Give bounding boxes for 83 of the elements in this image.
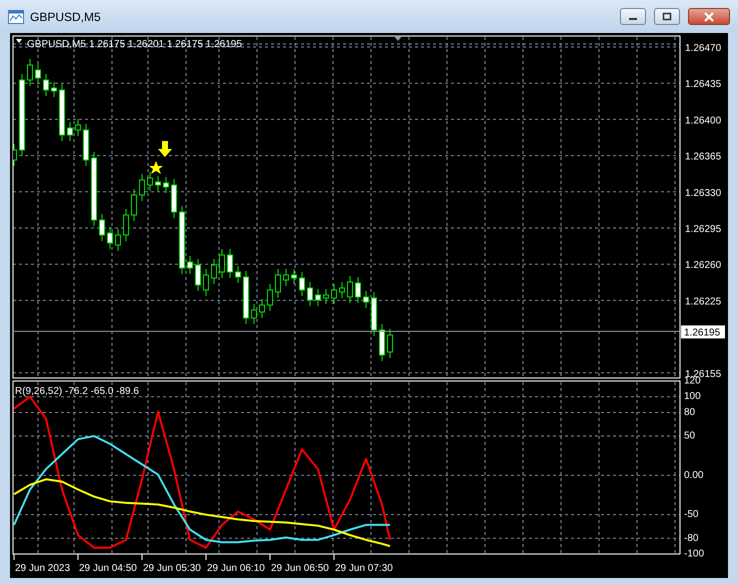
candle: [283, 268, 289, 286]
price-label: 1.26435: [685, 79, 722, 90]
candle: [155, 176, 161, 192]
maximize-button[interactable]: [654, 8, 680, 25]
candle: [267, 284, 273, 312]
candle: [147, 172, 153, 192]
candle: [179, 206, 185, 274]
candle: [243, 270, 249, 324]
scale-label: -100: [684, 548, 704, 560]
candle: [347, 276, 353, 304]
shift-marker-icon[interactable]: [394, 36, 402, 41]
candle: [163, 176, 169, 194]
star-icon: [149, 161, 163, 174]
candle: [227, 248, 233, 278]
time-label: 29 Jun 05:30: [143, 563, 201, 574]
down-arrow-icon: [158, 141, 172, 157]
candle: [275, 268, 281, 298]
maximize-icon: [662, 12, 672, 21]
candle: [99, 214, 105, 242]
scale-label: 120: [684, 376, 701, 386]
candle: [51, 82, 57, 98]
chart-symbol: GBPUSD,M5: [27, 39, 86, 50]
candle: [59, 84, 65, 142]
candle: [203, 268, 209, 296]
candle: [355, 276, 361, 304]
candle: [363, 290, 369, 308]
close-button[interactable]: [688, 8, 730, 25]
candle: [43, 74, 49, 96]
candle: [331, 284, 337, 304]
candle: [13, 144, 17, 166]
time-label: 29 Jun 2023: [15, 563, 70, 574]
candle: [211, 258, 217, 284]
price-label: 1.26470: [685, 43, 722, 54]
candle: [139, 174, 145, 202]
candle: [291, 268, 297, 284]
candle: [83, 124, 89, 166]
candle: [75, 118, 81, 136]
close-icon: [703, 12, 715, 22]
candle: [371, 292, 377, 336]
price-label: 1.26330: [685, 188, 722, 199]
indicator-title: R(9,26,52) -76.2 -65.0 -89.6: [15, 386, 139, 397]
candle: [187, 256, 193, 274]
candle: [171, 178, 177, 218]
time-label: 29 Jun 06:50: [271, 563, 329, 574]
candle: [27, 58, 33, 86]
scale-label: 50: [684, 430, 696, 442]
candle: [339, 282, 345, 298]
candle: [219, 248, 225, 278]
price-label: 1.26365: [685, 152, 722, 163]
price-label: 1.26260: [685, 260, 722, 272]
time-label: 29 Jun 07:30: [335, 563, 393, 574]
candle: [195, 258, 201, 292]
candle: [123, 208, 129, 242]
candle: [67, 122, 73, 142]
candle: [315, 288, 321, 306]
app-icon: [8, 10, 24, 24]
candle: [387, 328, 393, 358]
candle: [307, 282, 313, 306]
candle: [379, 324, 385, 362]
candle: [299, 272, 305, 296]
candle: [35, 64, 41, 84]
candle: [251, 304, 257, 324]
scale-label: 100: [684, 391, 701, 402]
price-label: 1.26400: [685, 115, 722, 126]
price-label: 1.26295: [685, 224, 722, 235]
scale-label: 0.00: [684, 470, 704, 481]
time-label: 29 Jun 04:50: [79, 563, 137, 574]
window-title: GBPUSD,M5: [30, 10, 102, 24]
scale-label: -80: [684, 532, 698, 544]
price-label: 1.26225: [685, 296, 722, 308]
candle: [323, 288, 329, 304]
candle: [235, 266, 241, 284]
ohlc-values: 1.26175 1.26201 1.26175 1.26195: [89, 39, 242, 50]
scale-label: 80: [684, 406, 696, 418]
time-label: 29 Jun 06:10: [207, 563, 265, 574]
candle: [115, 228, 121, 252]
scale-label: -50: [684, 509, 698, 520]
candle: [259, 298, 265, 318]
minimize-button[interactable]: [620, 8, 646, 25]
candle: [107, 226, 113, 250]
current-price-label: 1.26195: [681, 325, 725, 338]
dropdown-icon[interactable]: [16, 39, 22, 43]
candle: [131, 188, 137, 222]
